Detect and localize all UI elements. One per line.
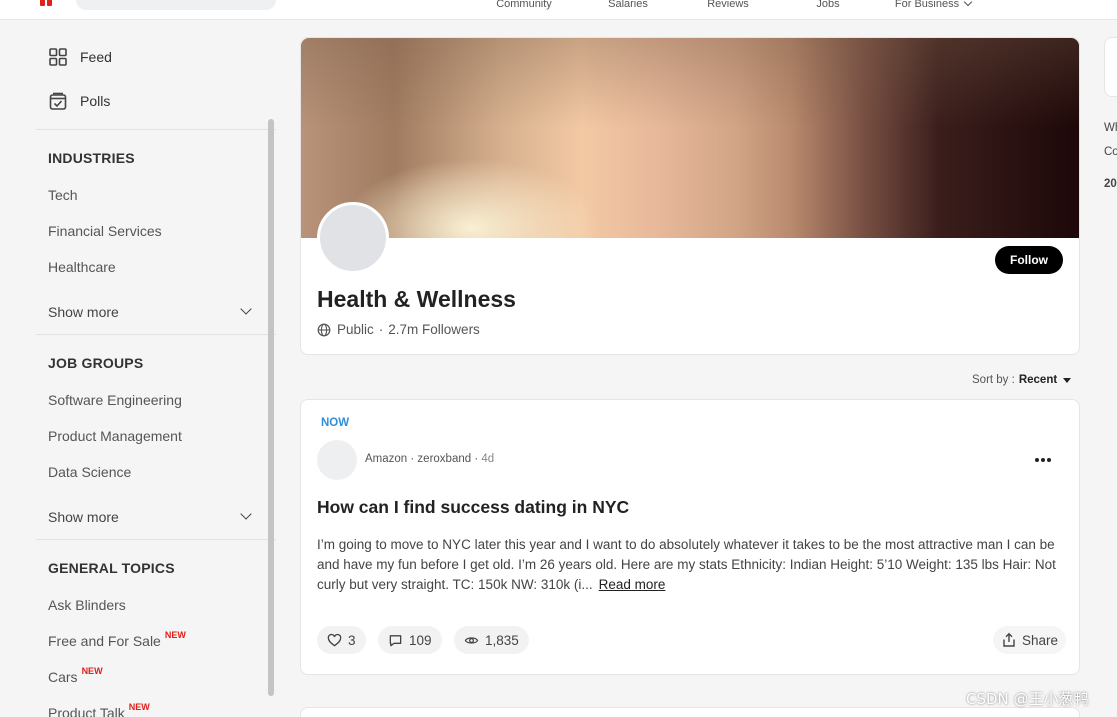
page-title: Health & Wellness [317,286,516,312]
share-label: Share [1022,632,1059,648]
search-input[interactable] [76,0,276,10]
nav-for-business-label: For Business [894,0,960,10]
show-more-label: Show more [48,304,119,320]
author-username[interactable]: zeroxband [417,453,471,465]
share-icon [1003,632,1015,647]
section-title-industries: INDUSTRIES [48,150,135,166]
comment-icon [389,634,402,646]
sidebar-scrollbar-thumb[interactable] [268,119,274,696]
sidebar-item-label: Product Talk [48,705,125,717]
divider [36,129,276,130]
right-panel-text: Wh [1104,122,1117,134]
follow-button[interactable]: Follow [995,246,1063,274]
right-panel-card [1104,37,1117,97]
cover-image [301,38,1079,238]
followers-count: 2.7m Followers [388,322,480,337]
show-more-label: Show more [48,509,119,525]
show-more-job-groups-button[interactable]: Show more [48,508,254,525]
post-card[interactable]: NOW Amazon · zeroxband · 4d How can I fi… [300,399,1080,675]
comment-button[interactable]: 109 [378,626,442,654]
topic-meta: Public · 2.7m Followers [317,322,480,337]
show-more-industries-button[interactable]: Show more [48,303,254,320]
right-panel-text: 20 [1104,178,1117,190]
sort-label: Sort by : [972,374,1015,386]
read-more-link[interactable]: Read more [599,577,666,592]
sidebar-item-polls[interactable]: Polls [48,89,110,113]
caret-down-icon [1063,377,1072,383]
topic-header-card: Follow Health & Wellness Public · 2.7m F… [300,37,1080,355]
nav-jobs[interactable]: Jobs [778,0,878,11]
sidebar-item-tech[interactable]: Tech [48,187,78,203]
chevron-down-icon [240,508,252,520]
nav-reviews[interactable]: Reviews [678,0,778,11]
sort-dropdown[interactable]: Sort by : Recent [972,374,1072,386]
views-indicator: 1,835 [454,626,529,654]
author-avatar [317,440,357,480]
sidebar-item-label: Free and For Sale [48,633,161,649]
watermark: CSDN @王小葱鸭 [966,690,1089,708]
share-button[interactable]: Share [993,626,1067,654]
view-count: 1,835 [485,632,519,648]
post-body: I’m going to move to NYC later this year… [317,535,1059,595]
section-title-general-topics: GENERAL TOPICS [48,560,175,576]
sidebar-item-label: Cars [48,669,78,685]
grid-icon [49,48,67,66]
top-nav: Community Salaries Reviews Jobs For Busi… [0,0,1117,20]
topic-avatar [317,202,389,274]
post-meta: Amazon · zeroxband · 4d [365,453,495,465]
section-title-job-groups: JOB GROUPS [48,355,144,371]
post-time: 4d [481,453,495,465]
now-badge: NOW [321,417,350,429]
divider [36,334,276,335]
sidebar-item-ask-blinders[interactable]: Ask Blinders [48,597,126,613]
sidebar-item-feed[interactable]: Feed [48,45,112,69]
eye-icon [464,636,479,644]
sidebar-item-product-talk[interactable]: Product Talk NEW [48,702,150,717]
globe-icon [317,323,331,336]
nav-salaries[interactable]: Salaries [578,0,678,11]
poll-icon [49,92,67,110]
blind-logo-icon[interactable] [40,0,64,8]
chevron-down-icon [240,303,252,315]
sort-value: Recent [1018,374,1058,386]
like-count: 3 [348,632,356,648]
new-badge: NEW [81,666,103,676]
like-button[interactable]: 3 [317,626,366,654]
sidebar-item-healthcare[interactable]: Healthcare [48,259,116,275]
sidebar-item-label: Polls [80,93,111,109]
heart-icon [327,633,342,646]
new-badge: NEW [128,702,150,712]
sidebar-item-financial-services[interactable]: Financial Services [48,223,162,239]
new-badge: NEW [164,630,186,640]
sidebar-item-label: Feed [80,49,112,65]
sidebar-item-data-science[interactable]: Data Science [48,464,131,480]
sidebar-item-free-and-for-sale[interactable]: Free and For Sale NEW [48,630,186,649]
sidebar-item-cars[interactable]: Cars NEW [48,666,103,685]
visibility-label: Public [337,322,374,337]
divider [36,539,276,540]
nav-community[interactable]: Community [470,0,578,11]
sidebar-item-product-management[interactable]: Product Management [48,428,182,444]
post-title[interactable]: How can I find success dating in NYC [317,497,629,518]
sidebar: Feed Polls INDUSTRIES Tech Financial Ser… [0,21,290,717]
chevron-down-icon [963,0,973,7]
comment-count: 109 [409,632,432,648]
post-card[interactable] [300,707,1080,717]
more-options-icon[interactable] [1035,458,1051,462]
post-body-text: I’m going to move to NYC later this year… [317,537,1056,592]
nav-links: Community Salaries Reviews Jobs For Busi… [470,0,988,11]
sidebar-item-software-engineering[interactable]: Software Engineering [48,392,182,408]
author-company[interactable]: Amazon [365,453,407,465]
sidebar-item-label: Ask Blinders [48,597,126,613]
nav-for-business[interactable]: For Business [878,0,988,11]
right-panel-text: Co [1104,146,1117,158]
